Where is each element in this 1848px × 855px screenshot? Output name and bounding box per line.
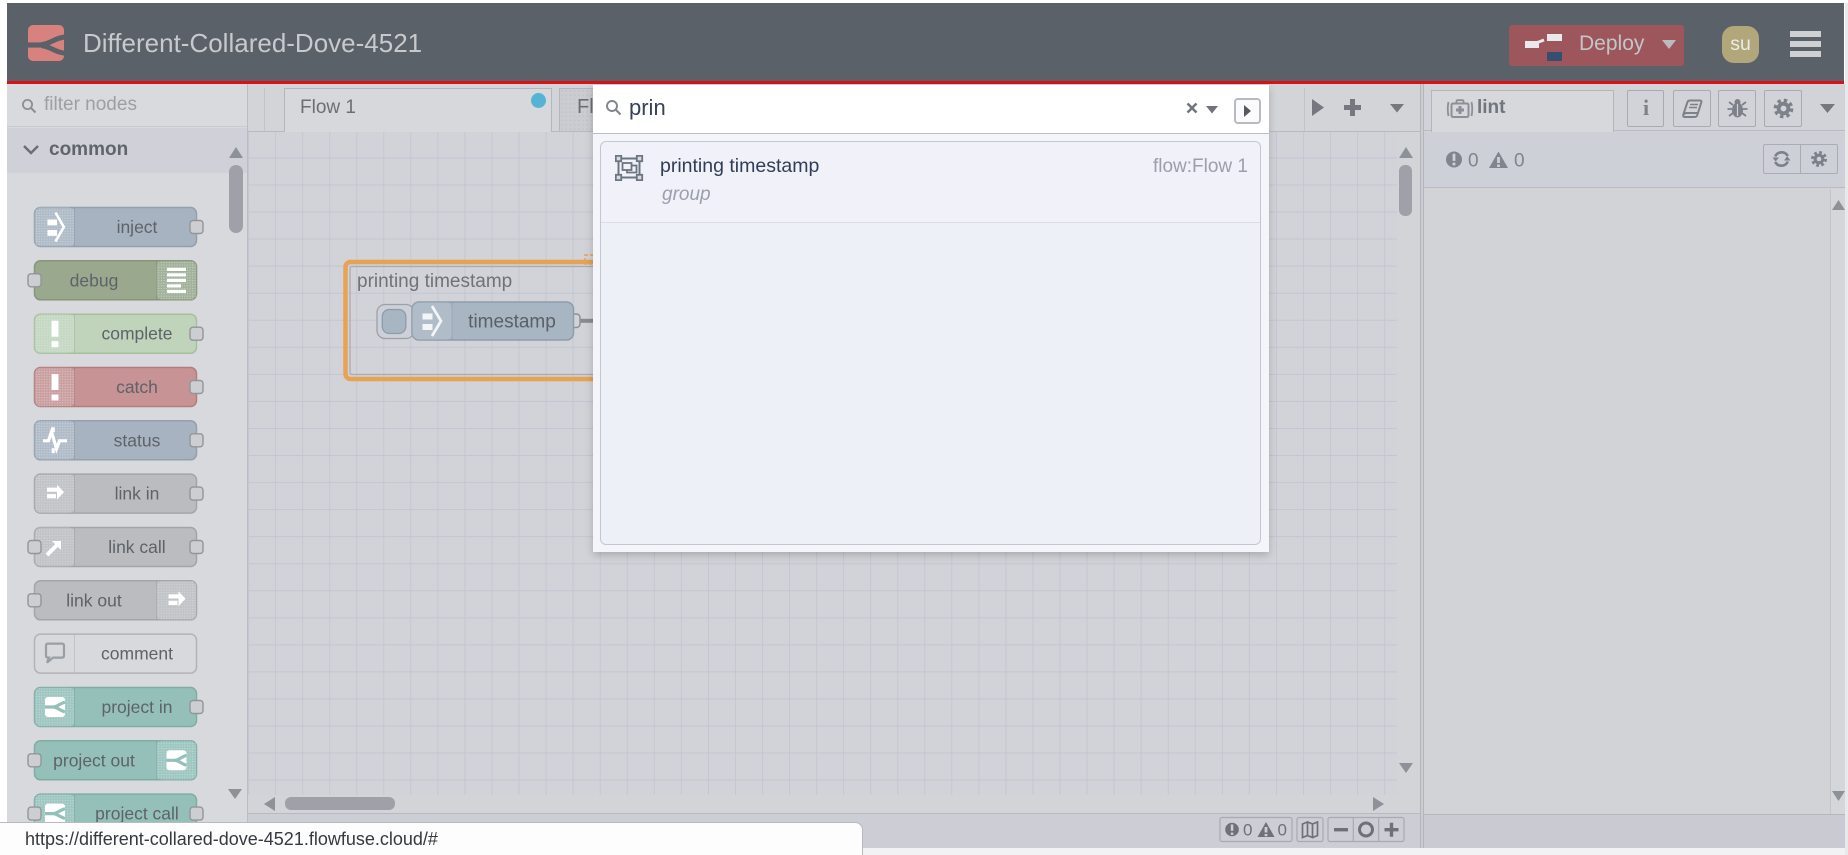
svg-text:project out: project out: [53, 750, 135, 770]
svg-text:0: 0: [1243, 821, 1252, 840]
svg-text:status: status: [114, 430, 161, 450]
svg-text:complete: complete: [101, 324, 172, 344]
svg-text:project in: project in: [101, 697, 172, 717]
svg-text:0: 0: [1468, 151, 1479, 169]
svg-text:comment: comment: [101, 644, 173, 664]
svg-text:link call: link call: [108, 537, 165, 557]
svg-text:printing timestamp: printing timestamp: [357, 271, 512, 292]
svg-text:link in: link in: [115, 484, 160, 504]
svg-text:link out: link out: [66, 590, 122, 610]
svg-text:debug: debug: [70, 270, 119, 290]
svg-text:timestamp: timestamp: [468, 312, 556, 333]
svg-text:0: 0: [1514, 151, 1525, 169]
svg-text:0: 0: [1278, 821, 1287, 840]
svg-text:project call: project call: [95, 804, 179, 822]
svg-text:catch: catch: [116, 377, 158, 397]
svg-text:inject: inject: [117, 217, 158, 237]
